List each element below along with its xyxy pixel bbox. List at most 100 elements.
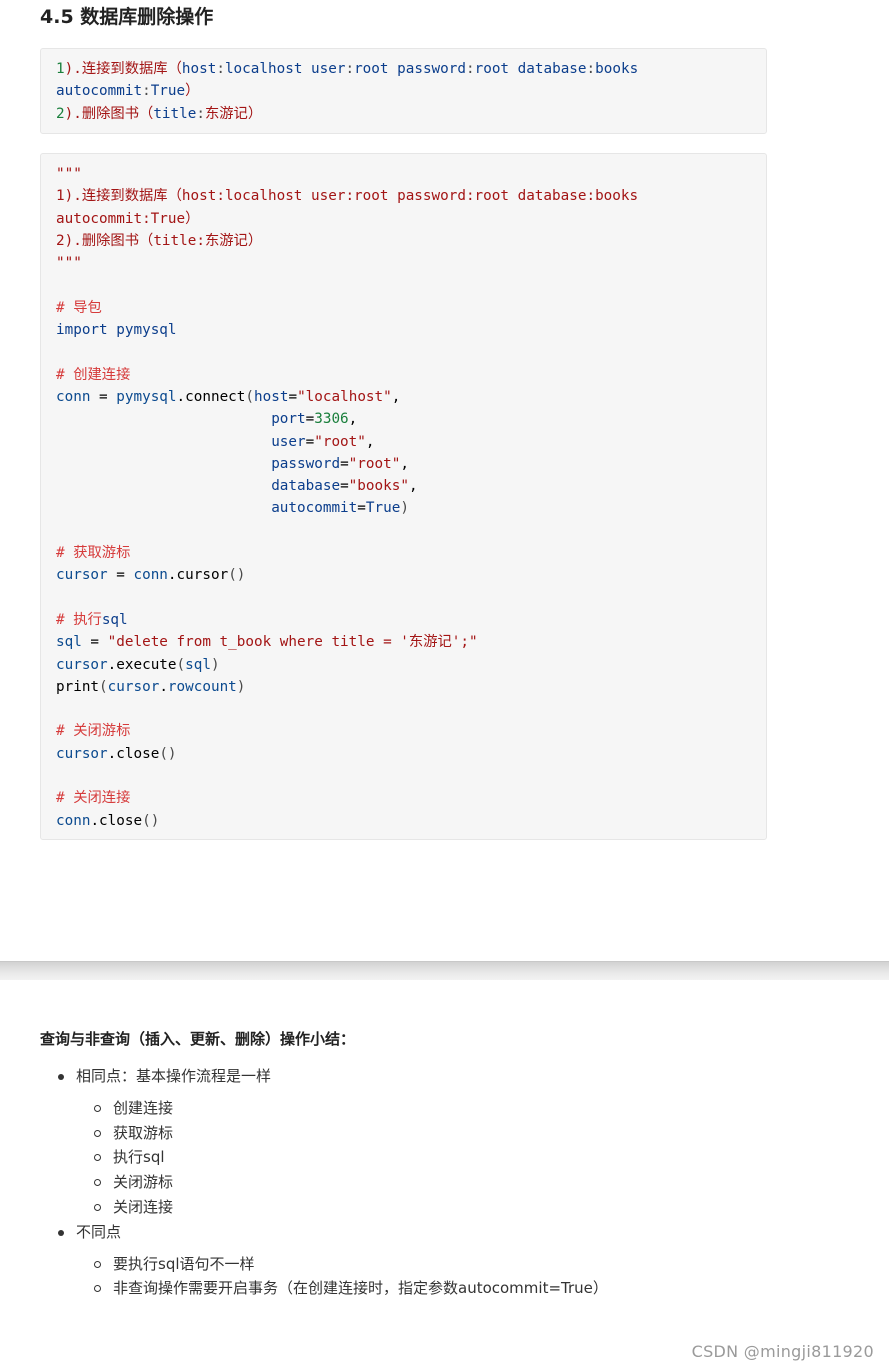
code-token: ） <box>185 83 200 100</box>
code-token: . <box>107 656 117 673</box>
code-token: password <box>271 455 341 472</box>
code-token: cursor <box>56 745 108 762</box>
code-token: password <box>397 61 466 77</box>
code-token: ( <box>245 388 255 405</box>
code-token: 2 <box>56 105 65 122</box>
code-token: pymysql <box>116 388 177 405</box>
code-token: user <box>311 61 346 77</box>
code-token: 1 <box>56 61 65 77</box>
code-token: "root" <box>348 455 401 472</box>
code-token: host <box>181 61 217 77</box>
code-token: title <box>153 105 197 122</box>
code-token: port <box>271 411 306 428</box>
code-token: conn <box>56 388 91 405</box>
list-item-label: 不同点 <box>76 1222 122 1241</box>
watermark: CSDN @mingji811920 <box>691 1342 874 1361</box>
task-code-block: 1).连接到数据库（host:localhost user:root passw… <box>40 48 767 134</box>
code-token: () <box>142 812 160 829</box>
code-token: = <box>81 634 108 651</box>
code-token: autocommit <box>271 500 358 517</box>
code-token: books <box>595 61 639 77</box>
sub-list-item: 非查询操作需要开启事务（在创建连接时，指定参数autocommit=True） <box>76 1276 608 1301</box>
code-token: ） <box>247 105 263 122</box>
sub-list-item: 关闭连接 <box>76 1195 608 1220</box>
code-token: root <box>354 61 398 77</box>
code-token: localhost <box>224 61 312 77</box>
code-token: , <box>400 455 409 472</box>
code-token: user <box>271 433 306 450</box>
code-comment: # 关闭连接 <box>56 790 131 807</box>
code-token: cursor <box>107 678 160 695</box>
code-token: : <box>196 105 205 122</box>
code-token: cursor <box>56 656 108 673</box>
code-token: host:localhost user:root password:root d… <box>181 188 639 205</box>
code-token: "localhost" <box>297 388 392 405</box>
code-token: ) <box>400 500 409 517</box>
code-token: close <box>116 745 160 762</box>
code-token: . <box>107 745 117 762</box>
code-token: = <box>305 433 315 450</box>
code-token: ) <box>236 678 246 695</box>
code-token: """ <box>56 166 82 182</box>
summary-list: 相同点：基本操作流程是一样 创建连接 获取游标 执行sql 关闭游标 关闭连接 … <box>40 1064 608 1301</box>
code-token: autocommit <box>56 83 143 100</box>
code-token: "root" <box>314 433 366 450</box>
code-token: rowcount <box>167 678 237 695</box>
code-token: host <box>254 388 289 405</box>
code-token: ).连接到数据库（ <box>64 61 182 77</box>
code-comment: sql <box>101 611 128 628</box>
code-token: 2 <box>56 232 65 249</box>
source-code: """ 1).连接到数据库（host:localhost user:root p… <box>56 163 766 832</box>
code-token: sql <box>56 634 82 651</box>
code-token: cursor <box>56 567 108 584</box>
section-heading: 4.5 数据库删除操作 <box>40 6 214 28</box>
code-token: = <box>305 411 315 428</box>
sub-list-item: 关闭游标 <box>76 1170 608 1195</box>
code-token: ).连接到数据库（ <box>64 188 182 205</box>
code-token: connect <box>185 388 246 405</box>
code-token: True <box>150 83 186 100</box>
summary-title: 查询与非查询（插入、更新、删除）操作小结： <box>40 1030 356 1048</box>
sub-list: 要执行sql语句不一样 非查询操作需要开启事务（在创建连接时，指定参数autoc… <box>76 1252 608 1301</box>
code-token: close <box>99 812 143 829</box>
code-token: , <box>391 388 401 405</box>
code-token: : <box>216 61 225 77</box>
section-divider <box>0 961 889 980</box>
code-token: database <box>271 478 341 495</box>
sub-list: 创建连接 获取游标 执行sql 关闭游标 关闭连接 <box>76 1096 608 1220</box>
code-token: , <box>365 433 375 450</box>
code-token: conn <box>133 567 168 584</box>
code-token: 3306 <box>314 411 349 428</box>
code-token: database <box>517 61 587 77</box>
code-token: root <box>474 61 518 77</box>
code-token: "delete from t_book where title = '东游记';… <box>107 634 478 651</box>
code-token: = <box>357 500 366 517</box>
code-token: . <box>159 678 168 695</box>
sub-list-item: 要执行sql语句不一样 <box>76 1252 608 1277</box>
code-token: print <box>56 678 100 695</box>
sub-list-item: 创建连接 <box>76 1096 608 1121</box>
code-token: ( <box>176 656 186 673</box>
code-token: execute <box>116 656 177 673</box>
code-token: () <box>228 567 246 584</box>
code-token: : <box>142 83 151 100</box>
code-token: . <box>176 388 186 405</box>
code-token: autocommit:True） <box>56 210 200 227</box>
code-token: = <box>107 567 134 584</box>
code-token: title: <box>153 232 205 249</box>
code-token: """ <box>56 255 82 272</box>
code-comment: # 获取游标 <box>56 545 131 562</box>
sub-list-item: 执行sql <box>76 1145 608 1170</box>
code-comment: # 关闭游标 <box>56 723 131 740</box>
list-item-label: 相同点：基本操作流程是一样 <box>76 1067 272 1085</box>
code-token: ) <box>210 656 220 673</box>
code-token: = <box>288 388 298 405</box>
code-token: 东游记） <box>204 232 263 249</box>
code-token: sql <box>185 656 211 673</box>
code-token: import <box>56 322 108 339</box>
code-token: . <box>90 812 100 829</box>
code-token: : <box>345 61 355 77</box>
code-token: , <box>408 478 418 495</box>
code-token: = <box>90 388 117 405</box>
code-token: , <box>348 411 358 428</box>
